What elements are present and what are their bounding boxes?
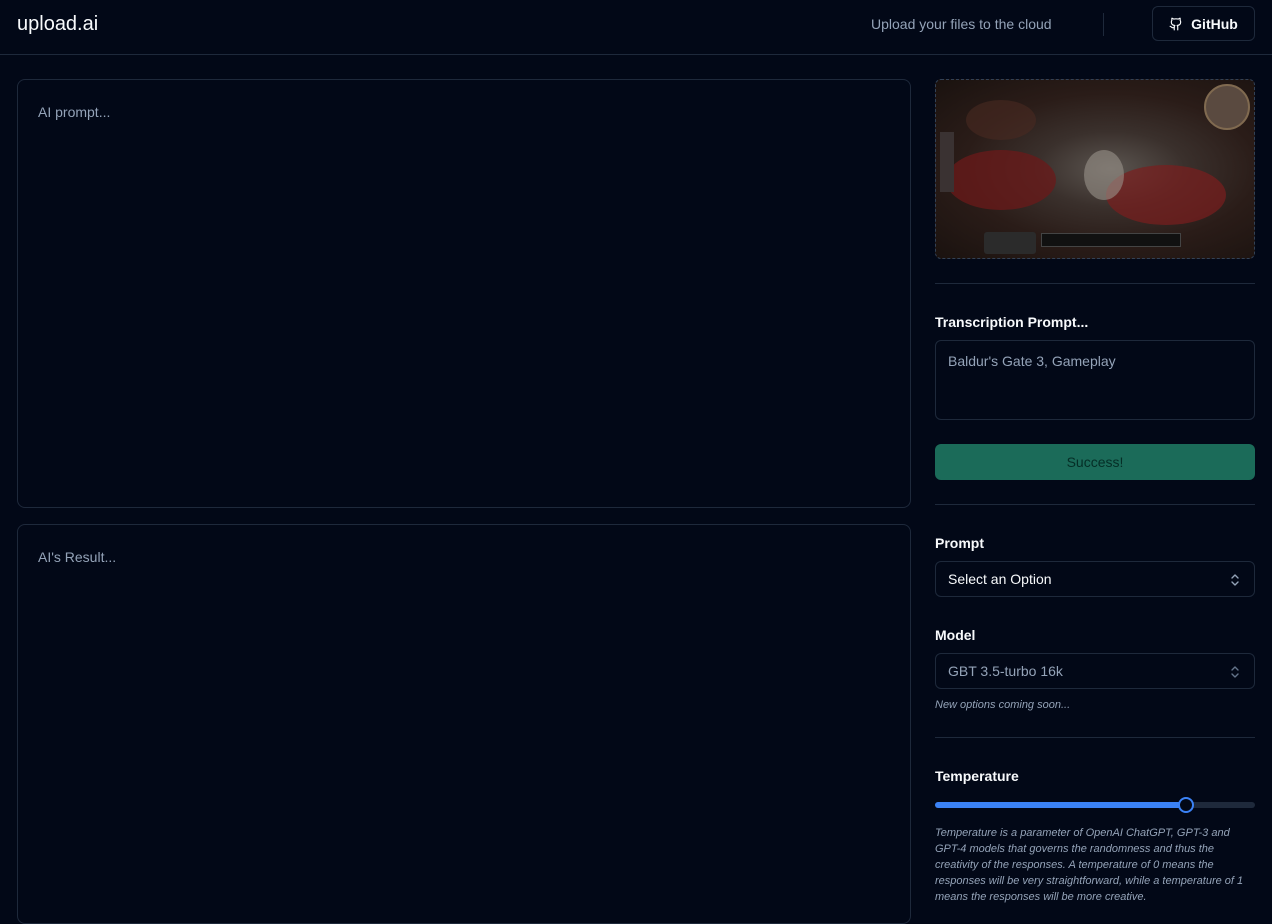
temperature-slider-fill: [935, 802, 1187, 808]
preview-party-portraits: [984, 232, 1036, 254]
model-select[interactable]: GBT 3.5-turbo 16k: [935, 653, 1255, 689]
temperature-slider-thumb[interactable]: [1178, 797, 1195, 813]
github-icon: [1169, 17, 1182, 30]
temperature-description: Temperature is a parameter of OpenAI Cha…: [935, 827, 1244, 903]
preview-foliage: [946, 150, 1056, 210]
model-hint: New options coming soon...: [935, 699, 1071, 711]
preview-hotbar: [1041, 233, 1181, 247]
github-button-label: GitHub: [1191, 15, 1238, 32]
chevron-up-down-icon: [1231, 574, 1239, 586]
transcription-prompt-input[interactable]: Baldur's Gate 3, Gameplay: [935, 340, 1255, 420]
model-label: Model: [935, 627, 976, 643]
ai-prompt-textarea[interactable]: AI prompt...: [17, 79, 911, 508]
model-select-value: GBT 3.5-turbo 16k: [948, 663, 1063, 679]
transcription-prompt-value: Baldur's Gate 3, Gameplay: [948, 353, 1116, 369]
preview-foliage: [966, 100, 1036, 140]
app-logo: upload.ai: [17, 13, 99, 35]
preview-minimap: [1204, 84, 1250, 130]
header-tagline: Upload your files to the cloud: [871, 16, 1052, 32]
preview-side-portraits: [940, 132, 954, 192]
ai-result-placeholder: AI's Result...: [38, 549, 117, 565]
ai-result-textarea[interactable]: AI's Result...: [17, 524, 911, 924]
preview-foliage: [1106, 165, 1226, 225]
sidebar-divider: [935, 504, 1255, 505]
transcription-label: Transcription Prompt...: [935, 314, 1089, 330]
temperature-slider[interactable]: [935, 797, 1255, 813]
github-button[interactable]: GitHub: [1152, 6, 1255, 41]
video-preview[interactable]: [935, 79, 1255, 259]
chevron-up-down-icon: [1231, 666, 1239, 678]
header-divider: [1103, 13, 1104, 36]
ai-prompt-placeholder: AI prompt...: [38, 104, 111, 120]
prompt-label: Prompt: [935, 535, 984, 551]
app-header: upload.ai Upload your files to the cloud…: [0, 0, 1272, 55]
preview-characters: [1084, 150, 1124, 200]
sidebar-divider: [935, 737, 1255, 738]
sidebar-divider: [935, 283, 1255, 284]
prompt-select[interactable]: Select an Option: [935, 561, 1255, 597]
prompt-select-value: Select an Option: [948, 571, 1052, 587]
upload-status-button[interactable]: Success!: [935, 444, 1255, 480]
temperature-label: Temperature: [935, 768, 1019, 784]
